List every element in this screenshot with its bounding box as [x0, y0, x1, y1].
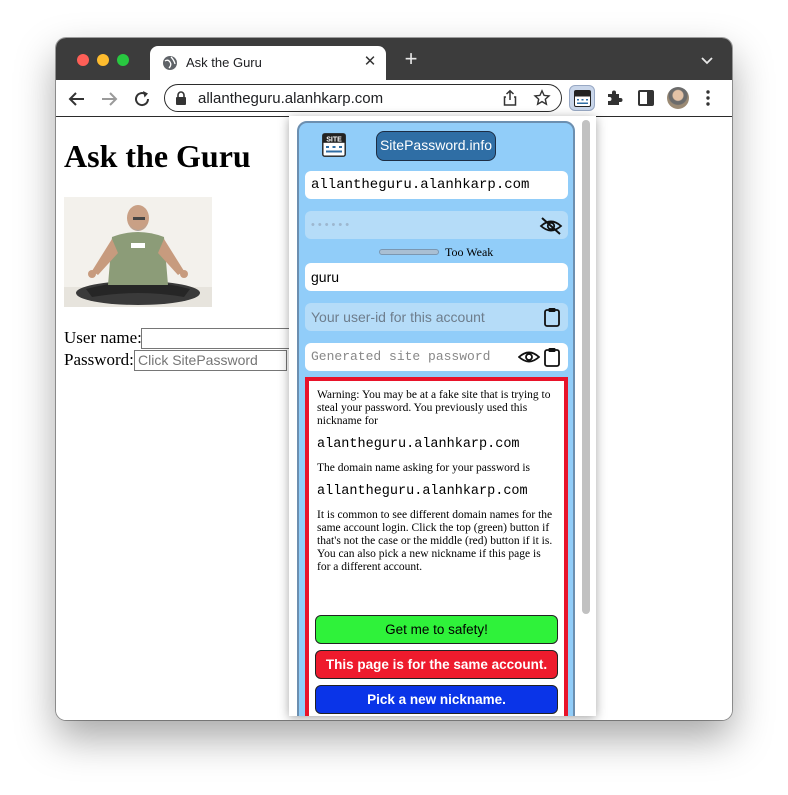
- zoom-window-button[interactable]: [117, 54, 129, 66]
- clipboard-icon[interactable]: [544, 347, 560, 367]
- tab-ask-the-guru[interactable]: Ask the Guru ✕: [150, 46, 386, 80]
- share-icon[interactable]: [501, 89, 519, 107]
- browser-window: Ask the Guru ✕ + allantheguru.alanhkarp.…: [56, 38, 732, 720]
- password-strength-meter: [379, 249, 439, 255]
- eye-slash-icon[interactable]: [539, 216, 563, 236]
- close-tab-icon[interactable]: ✕: [362, 52, 378, 72]
- warning-explanation-text: It is common to see different domain nam…: [317, 509, 553, 573]
- previous-domain-text: alantheguru.alanhkarp.com: [317, 437, 520, 452]
- userid-field[interactable]: Your user-id for this account: [305, 303, 568, 331]
- forward-arrow-icon[interactable]: [98, 88, 120, 110]
- guru-photo: [64, 197, 212, 307]
- same-account-button[interactable]: This page is for the same account.: [315, 650, 558, 679]
- warning-asking-text: The domain name asking for your password…: [317, 462, 531, 474]
- sitepassword-logo-icon: SITE: [322, 133, 346, 157]
- extensions-puzzle-icon[interactable]: [605, 89, 623, 107]
- master-password-field[interactable]: ••••••: [305, 211, 568, 239]
- more-menu-icon[interactable]: [706, 89, 710, 107]
- url-text[interactable]: allantheguru.alanhkarp.com: [198, 90, 383, 107]
- username-label: User name:: [64, 328, 142, 347]
- tab-title: Ask the Guru: [186, 55, 262, 70]
- new-tab-button[interactable]: +: [400, 48, 422, 71]
- password-label: Password:: [64, 350, 134, 369]
- phishing-warning-box: Warning: You may be at a fake site that …: [305, 377, 568, 716]
- lock-icon[interactable]: [175, 91, 187, 105]
- chevron-down-icon[interactable]: [700, 53, 714, 67]
- popup-scrollbar[interactable]: [582, 120, 590, 614]
- password-input[interactable]: Click SitePassword: [134, 350, 287, 371]
- browser-toolbar: allantheguru.alanhkarp.com: [56, 80, 732, 117]
- nickname-field[interactable]: guru: [305, 263, 568, 291]
- page-title: Ask the Guru: [64, 138, 251, 174]
- warning-intro-text: Warning: You may be at a fake site that …: [317, 389, 551, 427]
- sitepassword-popup: SITE SitePassword.info allantheguru.alan…: [289, 116, 596, 716]
- current-domain-text: allantheguru.alanhkarp.com: [317, 484, 528, 499]
- bookmark-star-icon[interactable]: [533, 89, 551, 107]
- title-bar: Ask the Guru ✕ +: [56, 38, 732, 80]
- sitepassword-logo-icon: [574, 90, 591, 107]
- meditating-man-image: [64, 197, 212, 307]
- password-strength-text: Too Weak: [445, 245, 494, 259]
- globe-icon: [163, 56, 177, 70]
- clipboard-icon[interactable]: [544, 307, 560, 327]
- get-me-to-safety-button[interactable]: Get me to safety!: [315, 615, 558, 644]
- pick-new-nickname-button[interactable]: Pick a new nickname.: [315, 685, 558, 714]
- address-bar[interactable]: allantheguru.alanhkarp.com: [164, 84, 562, 112]
- sitepassword-extension-button[interactable]: [569, 85, 595, 111]
- side-panel-icon[interactable]: [638, 90, 654, 106]
- minimize-window-button[interactable]: [97, 54, 109, 66]
- svg-text:SITE: SITE: [326, 137, 342, 144]
- sitepassword-title-button[interactable]: SitePassword.info: [376, 131, 496, 161]
- domain-field[interactable]: allantheguru.alanhkarp.com: [305, 171, 568, 199]
- back-arrow-icon[interactable]: [66, 88, 88, 110]
- eye-icon[interactable]: [518, 349, 540, 365]
- reload-icon[interactable]: [131, 88, 153, 110]
- popup-panel: SITE SitePassword.info allantheguru.alan…: [297, 121, 575, 716]
- username-input[interactable]: [141, 328, 301, 349]
- close-window-button[interactable]: [77, 54, 89, 66]
- profile-avatar[interactable]: [667, 87, 689, 109]
